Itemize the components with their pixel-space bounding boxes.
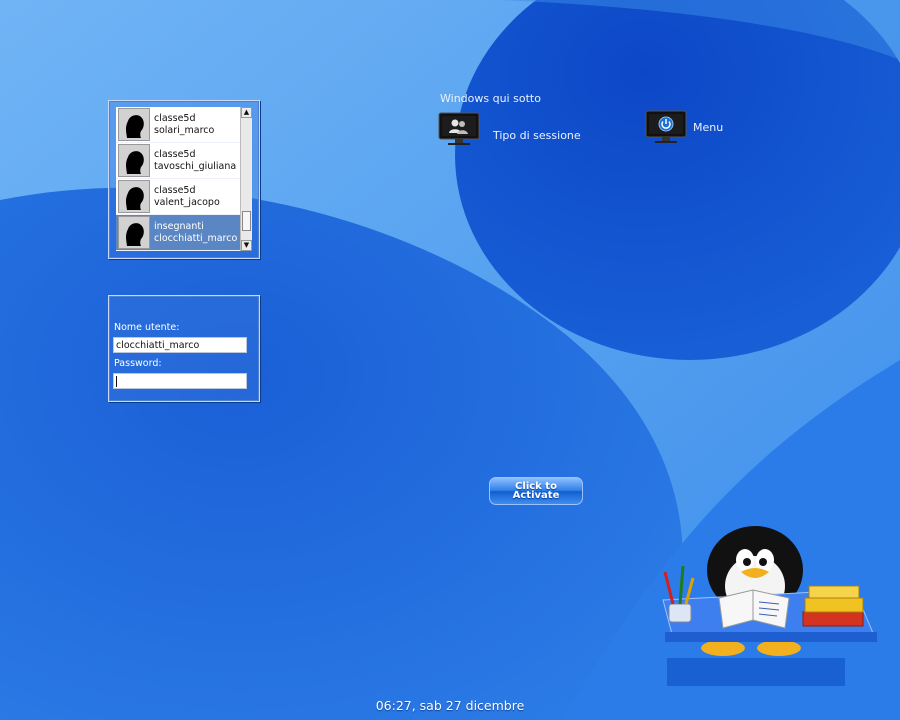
clock: 06:27, sab 27 dicembre — [375, 698, 525, 713]
tux-school-mascot — [662, 526, 877, 686]
user-name: valent_jacopo — [154, 196, 220, 208]
scroll-down-button[interactable]: ▼ — [241, 240, 252, 251]
user-silhouette-icon — [118, 108, 150, 141]
user-row-tavoschi-giuliana[interactable]: classe5d tavoschi_giuliana — [116, 143, 240, 179]
user-group: classe5d — [154, 148, 196, 160]
user-name: tavoschi_giuliana — [154, 160, 237, 172]
session-type-button-label[interactable]: Tipo di sessione — [493, 129, 581, 142]
text-caret — [116, 376, 117, 387]
user-row-valent-jacopo[interactable]: classe5d valent_jacopo — [116, 179, 240, 215]
user-group: insegnanti — [154, 220, 204, 232]
users-monitor-icon[interactable] — [438, 112, 480, 147]
user-name: solari_marco — [154, 124, 215, 136]
user-list-panel: classe5d solari_marco classe5d tavoschi_… — [108, 100, 260, 259]
user-row-clocchiatti-marco[interactable]: insegnanti clocchiatti_marco — [116, 215, 240, 251]
user-row-solari-marco[interactable]: classe5d solari_marco — [116, 107, 240, 143]
click-to-activate-button[interactable]: Click to Activate — [489, 477, 583, 505]
user-silhouette-icon — [118, 144, 150, 177]
password-label: Password: — [114, 358, 162, 369]
windows-caption: Windows qui sotto — [440, 92, 541, 105]
scroll-up-button[interactable]: ▲ — [241, 107, 252, 118]
menu-button-label[interactable]: Menu — [693, 121, 723, 134]
power-monitor-icon[interactable] — [645, 110, 687, 145]
username-label: Nome utente: — [114, 322, 180, 333]
user-list-scrollbar[interactable]: ▲ ▼ — [240, 107, 252, 251]
password-input[interactable] — [113, 373, 247, 389]
activate-line-2: Activate — [512, 490, 560, 501]
username-input[interactable] — [113, 337, 247, 353]
user-group: classe5d — [154, 184, 196, 196]
user-silhouette-icon — [118, 180, 150, 213]
user-list[interactable]: classe5d solari_marco classe5d tavoschi_… — [116, 107, 240, 251]
login-panel: Nome utente: Password: — [108, 295, 260, 402]
user-name: clocchiatti_marco — [154, 232, 238, 244]
user-silhouette-icon — [118, 216, 150, 249]
scroll-thumb[interactable] — [242, 211, 251, 231]
user-group: classe5d — [154, 112, 196, 124]
